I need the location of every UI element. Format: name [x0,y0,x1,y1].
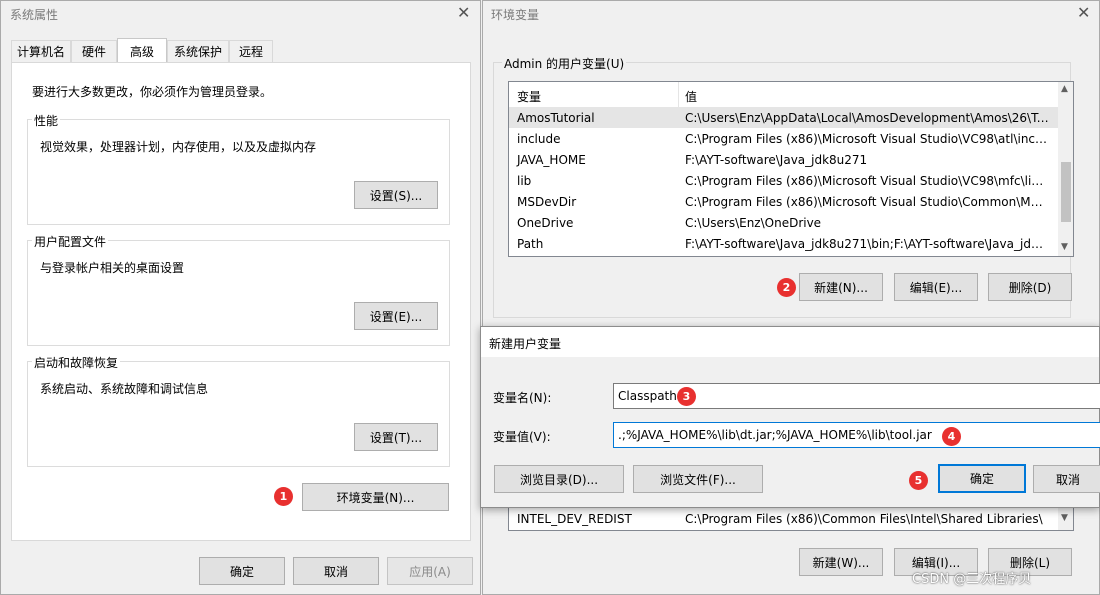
variable-value-label: 变量值(V): [493,430,551,444]
tab-remote[interactable]: 远程 [229,40,273,62]
table-row[interactable]: OneDrive C:\Users\Enz\OneDrive [509,212,1059,233]
system-properties-window: 系统属性 ✕ 计算机名 硬件 高级 系统保护 远程 要进行大多数更改，你必须作为… [0,0,481,595]
close-icon[interactable]: ✕ [457,5,470,21]
user-profile-group: 用户配置文件 与登录帐户相关的桌面设置 设置(E)... [27,233,450,346]
user-profile-label: 用户配置文件 [32,233,109,250]
column-header-variable[interactable]: 变量 [517,88,541,105]
step-badge-5: 5 [909,471,928,490]
table-row[interactable]: AmosTutorial C:\Users\Enz\AppData\Local\… [509,107,1059,128]
cancel-button[interactable]: 取消 [293,557,379,585]
step-badge-4: 4 [942,427,961,446]
user-variables-label: Admin 的用户变量(U) [502,55,627,72]
tab-hardware[interactable]: 硬件 [71,40,117,62]
variable-name-label: 变量名(N): [493,391,552,405]
system-list-scrollbar[interactable]: ▼ [1058,507,1073,530]
watermark: CSDN @三次程序贝 [912,572,1032,587]
user-edit-button[interactable]: 编辑(E)... [894,273,978,301]
list-header: 变量 值 [509,82,1059,108]
table-row[interactable]: lib C:\Program Files (x86)\Microsoft Vis… [509,170,1059,191]
environment-variables-button[interactable]: 环境变量(N)... [302,483,449,511]
table-row[interactable]: JAVA_HOME F:\AYT-software\Java_jdk8u271 [509,149,1059,170]
column-header-value[interactable]: 值 [685,88,697,105]
scroll-up-icon[interactable]: ▲ [1061,84,1068,94]
env-close-icon[interactable]: ✕ [1077,5,1090,21]
startup-recovery-desc: 系统启动、系统故障和调试信息 [40,382,209,396]
performance-label: 性能 [32,112,61,129]
user-profile-desc: 与登录帐户相关的桌面设置 [40,261,185,275]
dialog-ok-button[interactable]: 确定 [938,464,1026,493]
apply-button[interactable]: 应用(A) [387,557,473,585]
startup-recovery-label: 启动和故障恢复 [32,354,121,371]
dialog-titlebar [481,327,1099,357]
variable-value-input[interactable]: .;%JAVA_HOME%\lib\dt.jar;%JAVA_HOME%\lib… [613,422,1100,448]
scroll-thumb[interactable] [1061,162,1071,222]
step-badge-2: 2 [777,278,796,297]
scroll-down-icon[interactable]: ▼ [1061,242,1068,252]
performance-desc: 视觉效果，处理器计划，内存使用，以及及虚拟内存 [40,140,317,154]
scroll-down-icon[interactable]: ▼ [1061,513,1068,523]
startup-recovery-settings-button[interactable]: 设置(T)... [354,423,438,451]
user-variables-list: 变量 值 AmosTutorial C:\Users\Enz\AppData\L… [508,81,1074,257]
step-badge-3: 3 [677,387,696,406]
tab-advanced[interactable]: 高级 [117,38,167,63]
table-row[interactable]: include C:\Program Files (x86)\Microsoft… [509,128,1059,149]
browse-file-button[interactable]: 浏览文件(F)... [633,465,763,493]
table-row[interactable]: Path F:\AYT-software\Java_jdk8u271\bin;F… [509,233,1059,254]
user-list-scrollbar[interactable]: ▲ ▼ [1058,82,1073,256]
new-user-variable-dialog: 新建用户变量 变量名(N): Classpath 3 变量值(V): .;%JA… [480,326,1100,508]
advanced-tab-panel: 要进行大多数更改，你必须作为管理员登录。 性能 视觉效果，处理器计划，内存使用，… [11,62,471,541]
ok-button[interactable]: 确定 [199,557,285,585]
tab-computer-name[interactable]: 计算机名 [11,40,71,62]
system-variables-list: INTEL_DEV_REDIST C:\Program Files (x86)\… [508,506,1074,531]
dialog-cancel-button[interactable]: 取消 [1033,465,1100,493]
performance-group: 性能 视觉效果，处理器计划，内存使用，以及及虚拟内存 设置(S)... [27,112,450,225]
table-row[interactable]: MSDevDir C:\Program Files (x86)\Microsof… [509,191,1059,212]
step-badge-1: 1 [274,487,293,506]
system-new-button[interactable]: 新建(W)... [799,548,883,576]
user-delete-button[interactable]: 删除(D) [988,273,1072,301]
window-title: 系统属性 [10,8,59,22]
browse-directory-button[interactable]: 浏览目录(D)... [494,465,624,493]
env-window-title: 环境变量 [491,8,540,22]
performance-settings-button[interactable]: 设置(S)... [354,181,438,209]
admin-note: 要进行大多数更改，你必须作为管理员登录。 [32,85,273,99]
user-profile-settings-button[interactable]: 设置(E)... [354,302,438,330]
tab-system-protection[interactable]: 系统保护 [167,40,229,62]
dialog-title: 新建用户变量 [489,337,562,351]
user-new-button[interactable]: 新建(N)... [799,273,883,301]
table-row[interactable]: INTEL_DEV_REDIST C:\Program Files (x86)\… [509,508,1059,529]
startup-recovery-group: 启动和故障恢复 系统启动、系统故障和调试信息 设置(T)... [27,354,450,467]
